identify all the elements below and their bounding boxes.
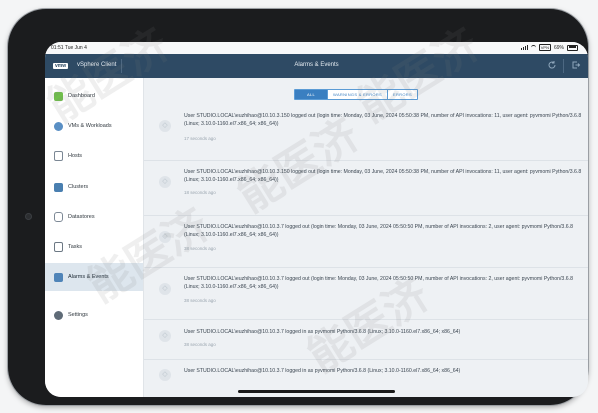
front-camera: [25, 213, 32, 220]
sidebar-item-label: VMs & Workloads: [68, 123, 112, 129]
filter-warnings-button[interactable]: WARNINGS & ERRORS: [328, 90, 388, 99]
sidebar-item-clusters[interactable]: Clusters: [45, 173, 143, 201]
tablet-frame: 01:51 Tue Jun 4 VPN 69% vmw vSphere Clie…: [8, 9, 588, 405]
sidebar-item-vms-workloads[interactable]: VMs & Workloads: [45, 112, 143, 140]
page-title: Alarms & Events: [294, 62, 339, 68]
event-message: User STUDIO.LOCAL\euzhihao@10.10.3.150 l…: [184, 169, 582, 183]
event-time: 38 seconds ago: [184, 298, 216, 303]
settings-icon: [54, 310, 63, 320]
event-tag-icon: ◇: [159, 231, 171, 243]
event-time: 38 seconds ago: [184, 342, 216, 347]
sidebar-item-label: Hosts: [68, 153, 83, 159]
event-tag-icon: ◇: [159, 176, 171, 188]
header-divider-right: [563, 59, 564, 73]
event-message: User STUDIO.LOCAL\euzhihao@10.10.3.150 l…: [184, 113, 582, 127]
event-time: 38 seconds ago: [184, 246, 216, 251]
event-tag-icon: ◇: [159, 369, 171, 381]
event-row[interactable]: ◇ User STUDIO.LOCAL\euzhihao@10.10.3.150…: [144, 105, 588, 155]
status-indicators: VPN 69%: [520, 44, 578, 51]
battery-percent: 69%: [553, 44, 564, 51]
app-header: vmw vSphere Client Alarms & Events: [45, 54, 588, 78]
status-date: Tue Jun 4: [64, 45, 87, 51]
vms-icon: [54, 121, 63, 131]
filter-all-button[interactable]: ALL: [295, 90, 329, 99]
status-time: 01:51: [51, 45, 64, 51]
sidebar-item-label: Datastores: [68, 214, 95, 220]
alarms-icon: [54, 272, 63, 282]
sidebar-item-datastores[interactable]: Datastores: [45, 203, 143, 231]
logout-icon[interactable]: [570, 60, 581, 71]
event-message: User STUDIO.LOCAL\euzhihao@10.10.3.7 log…: [184, 329, 461, 335]
event-tag-icon: ◇: [159, 330, 171, 342]
sidebar-item-label: Dashboard: [68, 93, 95, 99]
vpn-badge: VPN: [538, 44, 551, 51]
sidebar: Dashboard VMs & Workloads Hosts Clusters…: [45, 78, 144, 397]
sidebar-item-tasks[interactable]: Tasks: [45, 233, 143, 261]
clusters-icon: [54, 182, 63, 192]
sidebar-item-label: Settings: [68, 312, 88, 318]
event-time: 17 seconds ago: [184, 136, 216, 141]
dashboard-icon: [54, 91, 63, 101]
sidebar-item-label: Alarms & Events: [68, 274, 109, 280]
screen: 01:51 Tue Jun 4 VPN 69% vmw vSphere Clie…: [45, 42, 588, 397]
event-row[interactable]: ◇ User STUDIO.LOCAL\euzhihao@10.10.3.7 l…: [144, 267, 588, 318]
sidebar-item-label: Tasks: [68, 244, 83, 250]
sidebar-item-dashboard[interactable]: Dashboard: [45, 82, 143, 110]
event-row[interactable]: ◇ User STUDIO.LOCAL\euzhihao@10.10.3.7 l…: [144, 319, 588, 360]
sidebar-item-settings[interactable]: Settings: [45, 301, 143, 329]
event-row[interactable]: ◇ User STUDIO.LOCAL\euzhihao@10.10.3.150…: [144, 160, 588, 211]
tasks-icon: [54, 242, 63, 252]
events-panel: ALL WARNINGS & ERRORS ERRORS ◇ User STUD…: [144, 78, 588, 397]
event-message: User STUDIO.LOCAL\euzhihao@10.10.3.7 log…: [184, 276, 573, 290]
event-time: 18 seconds ago: [184, 190, 216, 195]
sidebar-item-hosts[interactable]: Hosts: [45, 142, 143, 170]
datastores-icon: [54, 212, 63, 222]
event-tag-icon: ◇: [159, 120, 171, 132]
hosts-icon: [54, 151, 63, 161]
refresh-icon[interactable]: [546, 60, 557, 71]
status-clock: 01:51 Tue Jun 4: [51, 45, 87, 51]
battery-icon: [567, 44, 578, 51]
event-message: User STUDIO.LOCAL\euzhihao@10.10.3.7 log…: [184, 368, 461, 374]
home-indicator[interactable]: [238, 390, 395, 393]
event-row[interactable]: ◇ User STUDIO.LOCAL\euzhihao@10.10.3.7 l…: [144, 215, 588, 266]
signal-icon: [520, 45, 528, 50]
sidebar-item-label: Clusters: [68, 184, 89, 190]
sidebar-item-alarms-events[interactable]: Alarms & Events: [45, 263, 143, 291]
event-tag-icon: ◇: [159, 283, 171, 295]
event-filter: ALL WARNINGS & ERRORS ERRORS: [294, 89, 418, 100]
filter-errors-button[interactable]: ERRORS: [388, 90, 417, 99]
status-bar: 01:51 Tue Jun 4 VPN 69%: [45, 42, 588, 54]
wifi-icon: [530, 45, 536, 50]
event-message: User STUDIO.LOCAL\euzhihao@10.10.3.7 log…: [184, 224, 573, 238]
